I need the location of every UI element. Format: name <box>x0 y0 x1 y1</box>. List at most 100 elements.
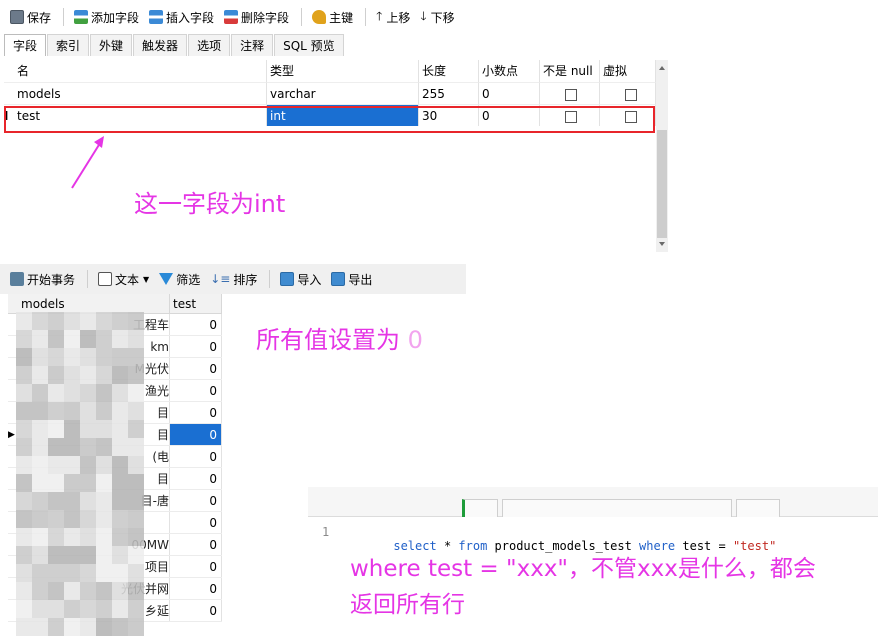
sql-code-line[interactable]: 1 select * from product_models_test wher… <box>308 525 776 553</box>
annotation-where-line1: where test = "xxx"，不管xxx是什么，都会 <box>350 556 816 582</box>
mosaic-tile <box>32 420 48 438</box>
column-header-type[interactable]: 类型 <box>267 60 419 82</box>
test-cell[interactable]: 0 <box>170 446 222 467</box>
delete-field-label: 删除字段 <box>241 10 290 25</box>
data-grid-header: models test <box>8 294 222 314</box>
mosaic-tile <box>16 546 32 564</box>
mosaic-tile <box>16 420 32 438</box>
test-cell[interactable]: 0 <box>170 380 222 401</box>
mosaic-tile <box>96 510 112 528</box>
scroll-up-icon[interactable] <box>659 66 665 70</box>
vertical-scrollbar[interactable] <box>656 60 668 252</box>
test-cell[interactable]: 0 <box>170 402 222 423</box>
not-null-checkbox[interactable] <box>565 88 577 101</box>
save-button[interactable]: 保存 <box>6 6 55 28</box>
column-header-models[interactable]: models <box>18 294 170 313</box>
mosaic-tile <box>80 456 96 474</box>
begin-transaction-button[interactable]: 开始事务 <box>6 268 79 290</box>
mosaic-tile <box>128 420 144 438</box>
scroll-down-icon[interactable] <box>659 242 665 246</box>
tab-fields[interactable]: 字段 <box>4 34 47 56</box>
column-header-virtual[interactable]: 虚拟 <box>600 60 656 82</box>
move-down-button[interactable]: 🡓 下移 <box>416 6 458 28</box>
mosaic-tile <box>112 618 128 636</box>
primary-key-button[interactable]: 主键 <box>308 6 357 28</box>
tab-triggers[interactable]: 触发器 <box>133 34 188 56</box>
mosaic-tile <box>48 474 64 492</box>
column-header-decimals[interactable]: 小数点 <box>479 60 540 82</box>
pixelation-mosaic <box>16 312 144 636</box>
toolbar-separator <box>365 8 367 26</box>
insert-field-button[interactable]: 插入字段 <box>145 6 218 28</box>
tab-sql-preview[interactable]: SQL 预览 <box>274 34 344 56</box>
mosaic-tile <box>32 348 48 366</box>
mosaic-tile <box>112 402 128 420</box>
save-icon <box>10 10 24 24</box>
mosaic-tile <box>128 528 144 546</box>
test-cell[interactable]: 0 <box>170 468 222 489</box>
editor-tab[interactable] <box>736 499 780 517</box>
text-label: 文本 <box>115 272 140 287</box>
column-header-name[interactable]: 名 <box>14 60 267 82</box>
export-button[interactable]: 导出 <box>327 268 376 290</box>
test-cell[interactable]: 0 <box>170 314 222 335</box>
mosaic-tile <box>112 384 128 402</box>
mosaic-tile <box>80 582 96 600</box>
test-cell[interactable]: 0 <box>170 512 222 533</box>
mosaic-tile <box>80 564 96 582</box>
designer-tabs: 字段 索引 外键 触发器 选项 注释 SQL 预览 <box>4 34 345 56</box>
column-header-test[interactable]: test <box>170 294 222 313</box>
mosaic-tile <box>128 384 144 402</box>
mosaic-tile <box>48 366 64 384</box>
text-button[interactable]: 文本 ▼ <box>94 268 153 290</box>
move-down-label: 下移 <box>430 10 455 25</box>
filter-button[interactable]: 筛选 <box>155 268 204 290</box>
import-button[interactable]: 导入 <box>276 268 325 290</box>
sort-button[interactable]: ↓≡ 排序 <box>206 268 261 290</box>
field-type-cell[interactable]: varchar <box>267 82 419 104</box>
move-up-button[interactable]: 🡑 上移 <box>372 6 414 28</box>
test-cell[interactable]: 0 <box>170 600 222 621</box>
mosaic-tile <box>16 384 32 402</box>
move-up-label: 上移 <box>386 10 411 25</box>
test-cell[interactable]: 0 <box>170 556 222 577</box>
mosaic-tile <box>48 330 64 348</box>
field-row[interactable]: models varchar 255 0 <box>4 82 656 104</box>
mosaic-tile <box>16 348 32 366</box>
mosaic-tile <box>48 582 64 600</box>
editor-tab[interactable] <box>462 499 498 517</box>
mosaic-tile <box>112 600 128 618</box>
field-decimals-cell[interactable]: 0 <box>479 82 540 104</box>
tab-options[interactable]: 选项 <box>188 34 231 56</box>
test-cell[interactable]: 0 <box>170 578 222 599</box>
test-cell[interactable]: 0 <box>170 358 222 379</box>
tab-indexes[interactable]: 索引 <box>47 34 90 56</box>
tab-comment[interactable]: 注释 <box>231 34 274 56</box>
editor-tab[interactable] <box>502 499 732 517</box>
mosaic-tile <box>80 492 96 510</box>
test-cell[interactable]: 0 <box>170 490 222 511</box>
add-field-button[interactable]: 添加字段 <box>70 6 143 28</box>
mosaic-tile <box>48 384 64 402</box>
test-cell[interactable]: 0 <box>170 424 222 445</box>
mosaic-tile <box>80 438 96 456</box>
mosaic-tile <box>80 546 96 564</box>
column-header-length[interactable]: 长度 <box>419 60 479 82</box>
virtual-checkbox[interactable] <box>625 88 637 101</box>
scroll-thumb[interactable] <box>657 130 667 238</box>
column-header-not-null[interactable]: 不是 null <box>540 60 600 82</box>
field-length-cell[interactable]: 255 <box>419 82 479 104</box>
arrow-down-icon: 🡓 <box>420 8 427 23</box>
tab-foreign-keys[interactable]: 外键 <box>90 34 133 56</box>
text-icon <box>98 272 113 286</box>
chevron-down-icon: ▼ <box>143 274 150 284</box>
mosaic-tile <box>48 456 64 474</box>
field-name-cell[interactable]: models <box>14 82 267 104</box>
test-cell[interactable]: 0 <box>170 336 222 357</box>
mosaic-tile <box>64 564 80 582</box>
mosaic-tile <box>112 366 128 384</box>
test-cell[interactable]: 0 <box>170 534 222 555</box>
delete-field-button[interactable]: 删除字段 <box>220 6 293 28</box>
mosaic-tile <box>96 474 112 492</box>
mosaic-tile <box>16 564 32 582</box>
